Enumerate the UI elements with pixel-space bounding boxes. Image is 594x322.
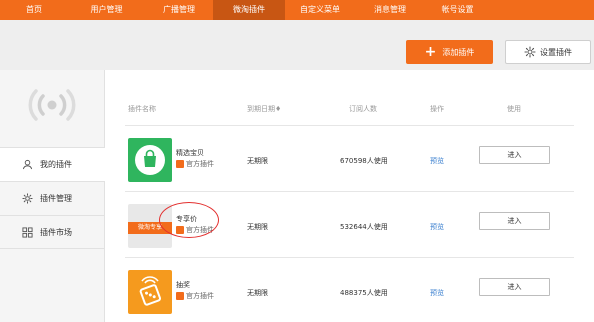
official-plugin-label: 官方插件 — [186, 292, 214, 300]
preview-link[interactable]: 预览 — [430, 288, 444, 298]
exclusive-price-icon: 微淘专享 — [128, 204, 172, 248]
nav-message-management[interactable]: 消息管理 — [355, 0, 425, 20]
grid-icon — [22, 226, 33, 238]
official-plugin-tag: 官方插件 — [176, 159, 214, 169]
top-nav: 首页 用户管理 广播管理 微淘插件 自定义菜单 消息管理 帐号设置 — [0, 0, 594, 20]
nav-account-settings[interactable]: 帐号设置 — [425, 0, 490, 20]
plugin-settings-button[interactable]: 设置插件 — [505, 40, 591, 64]
plugin-settings-label: 设置插件 — [540, 47, 572, 57]
expiry-value: 无期限 — [247, 223, 268, 231]
sidebar: 我的插件 插件管理 插件市场 — [0, 70, 105, 322]
table-row: 微淘专享 专享价 官方插件 无期限 532644人使用 预览 进入 — [105, 192, 594, 258]
sidebar-item-label: 插件管理 — [40, 194, 72, 203]
subscriber-count: 488375人使用 — [340, 289, 388, 297]
column-header-action: 操作 — [430, 105, 444, 113]
subscriber-count: 532644人使用 — [340, 223, 388, 231]
table-row: 抽奖 官方插件 无期限 488375人使用 预览 进入 — [105, 258, 594, 322]
gear-icon — [524, 46, 536, 58]
user-icon — [22, 159, 33, 170]
plugin-name: 抽奖 — [176, 281, 190, 289]
preview-link[interactable]: 预览 — [430, 156, 444, 166]
sidebar-item-plugin-management[interactable]: 插件管理 — [0, 181, 105, 215]
nav-custom-menu[interactable]: 自定义菜单 — [285, 0, 355, 20]
expiry-value: 无期限 — [247, 157, 268, 165]
official-plugin-tag: 官方插件 — [176, 225, 214, 235]
column-header-expiry[interactable]: 到期日期♦ — [247, 104, 281, 114]
nav-broadcast-management[interactable]: 广播管理 — [145, 0, 213, 20]
official-badge-icon — [176, 292, 184, 300]
table-row: 精选宝贝 官方插件 无期限 670598人使用 预览 进入 — [105, 126, 594, 192]
sidebar-item-label: 插件市场 — [40, 227, 72, 237]
column-header-name: 插件名称 — [128, 105, 156, 113]
official-plugin-label: 官方插件 — [186, 160, 214, 168]
sidebar-item-label: 我的插件 — [40, 160, 72, 169]
shopping-bag-icon — [128, 138, 172, 182]
plus-icon: + — [424, 44, 437, 60]
add-plugin-label: 添加插件 — [442, 47, 475, 57]
plugin-table: 插件名称 到期日期♦ 订阅人数 操作 使用 精选宝贝 官方插件 无期限 6705… — [105, 70, 594, 322]
gear-icon — [22, 193, 33, 204]
enter-button[interactable]: 进入 — [479, 278, 550, 296]
enter-button[interactable]: 进入 — [479, 212, 550, 230]
preview-link[interactable]: 预览 — [430, 222, 444, 232]
exclusive-price-icon-text: 微淘专享 — [128, 222, 172, 234]
subscriber-count: 670598人使用 — [340, 157, 388, 165]
broadcast-logo-icon — [27, 88, 77, 122]
plugin-name: 专享价 — [176, 215, 197, 223]
sidebar-item-plugin-market[interactable]: 插件市场 — [0, 215, 105, 249]
nav-weitao-plugins[interactable]: 微淘插件 — [213, 0, 285, 20]
plugin-name: 精选宝贝 — [176, 149, 204, 157]
column-header-use: 使用 — [507, 105, 521, 113]
enter-button[interactable]: 进入 — [479, 146, 550, 164]
official-badge-icon — [176, 226, 184, 234]
nav-user-management[interactable]: 用户管理 — [68, 0, 145, 20]
official-badge-icon — [176, 160, 184, 168]
add-plugin-button[interactable]: + 添加插件 — [406, 40, 493, 64]
table-header: 插件名称 到期日期♦ 订阅人数 操作 使用 — [105, 70, 594, 126]
column-header-subscribers: 订阅人数 — [349, 105, 377, 113]
official-plugin-tag: 官方插件 — [176, 291, 214, 301]
lottery-icon — [128, 270, 172, 314]
expiry-value: 无期限 — [247, 289, 268, 297]
sidebar-item-my-plugins[interactable]: 我的插件 — [0, 147, 105, 181]
nav-home[interactable]: 首页 — [0, 0, 68, 20]
official-plugin-label: 官方插件 — [186, 226, 214, 234]
